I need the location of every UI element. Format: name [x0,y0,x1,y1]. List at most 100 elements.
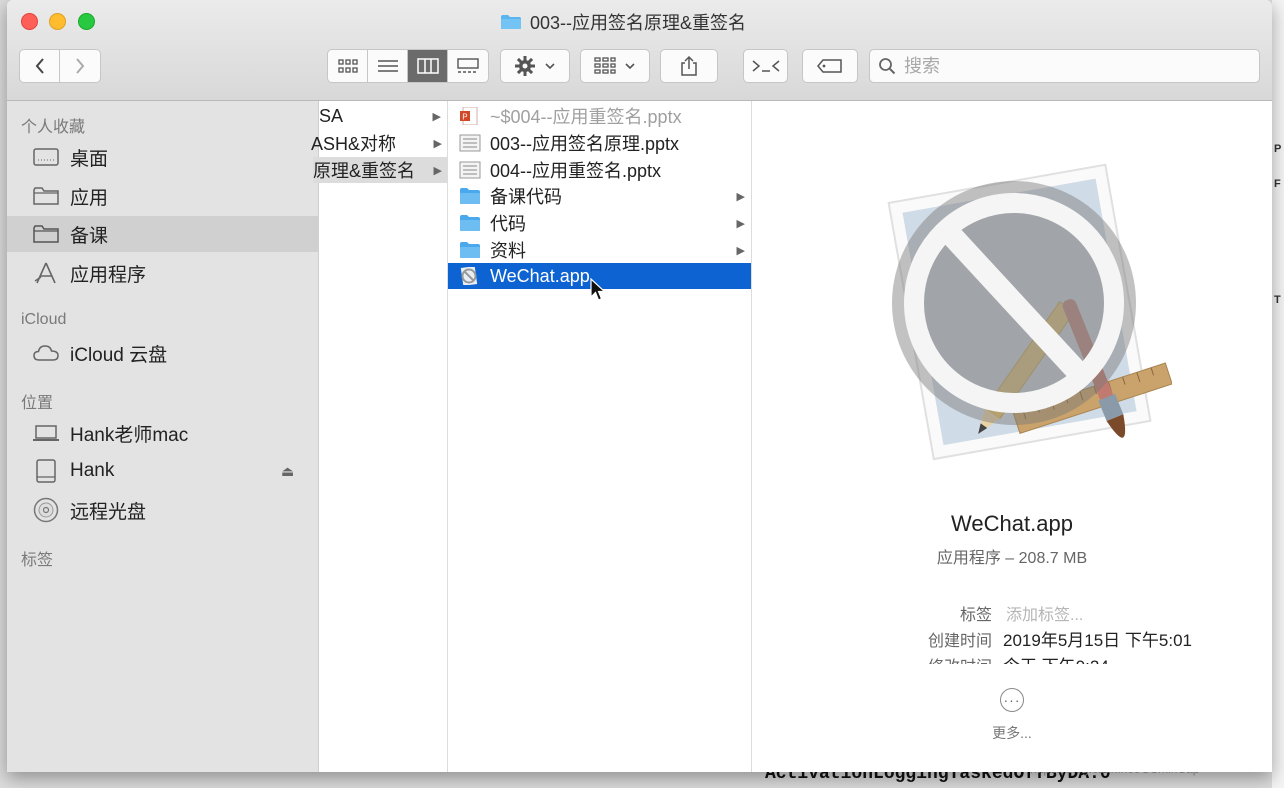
more-button[interactable]: ··· [1000,688,1024,712]
sidebar-item-beike[interactable]: 备课 [7,216,319,252]
sidebar-item-label: 应用 [70,187,109,209]
folder-item-label: 备课代码 [490,187,562,207]
sidebar-item-desktop[interactable]: 桌面 [7,139,319,175]
sidebar-item-remote-disc[interactable]: 远程光盘 [7,492,319,528]
tag-button[interactable] [802,49,858,83]
back-button[interactable] [20,50,60,82]
background-letter: T [1274,294,1281,306]
created-label: 创建时间 [927,633,992,650]
more-label[interactable]: 更多... [972,723,1052,743]
app-prohibited-icon [460,267,478,285]
search-input[interactable] [904,55,1244,77]
modified-row-clipped: 修改时间 今天 下午9:24 [752,649,1272,664]
sidebar-item-label: 备课 [70,225,109,247]
app-item-label: WeChat.app [490,265,590,286]
folder-item[interactable]: 备课代码 ▶ [448,183,751,209]
preview-pane: WeChat.app 应用程序 – 208.7 MB 标签 添加标签... 创建… [752,101,1272,772]
sidebar-item-icloud-drive[interactable]: iCloud 云盘 [7,335,319,371]
sidebar-item-computer[interactable]: Hank老师mac [7,415,319,451]
tag-icon [817,59,842,73]
view-mode-control [327,49,489,83]
laptop-icon [33,422,59,444]
add-tags-field[interactable]: 添加标签... [1006,601,1083,625]
sidebar-item-label: Hank老师mac [70,424,189,446]
eject-icon[interactable]: ⏏ [281,463,294,480]
chevron-down-icon [625,63,635,70]
chevron-down-icon [545,63,555,70]
file-item[interactable]: 003--应用签名原理.pptx [448,130,751,156]
sidebar: 个人收藏 桌面 应用 备课 应用程序 iCloud iCloud 云盘 位置 H… [7,101,319,772]
column-view-button[interactable] [408,50,448,82]
action-menu-button[interactable] [500,49,570,83]
sidebar-section-favorites: 个人收藏 [21,119,86,136]
column-item-selected[interactable]: 原理&重签名 ▶ [313,157,448,183]
sidebar-item-label: iCloud 云盘 [70,344,168,366]
column-view-icon [416,58,439,74]
toolbar: 003--应用签名原理&重签名 [7,0,1272,101]
group-by-button[interactable] [580,49,650,83]
search-icon [879,58,896,75]
sidebar-item-label: 远程光盘 [70,501,147,523]
svg-text:P: P [462,113,467,122]
disclosure-arrow-icon: ▶ [433,164,442,177]
column-item[interactable]: SA ▶ [319,103,447,129]
share-icon [681,55,697,76]
list-view-icon [377,60,398,72]
folder-item[interactable]: 代码 ▶ [448,210,751,236]
finder-window: 003--应用签名原理&重签名 搜索 个人收藏 桌面 应用 备课 应用程序 iC… [7,0,1272,772]
terminal-icon [752,60,779,72]
file-item-label: 004--应用重签名.pptx [490,161,662,181]
folder-item-label: 资料 [490,241,526,261]
mouse-cursor-icon [590,278,606,301]
desktop-icon [33,146,59,168]
modified-label: 修改时间 [892,653,992,664]
column-item-label: 原理&重签名 [313,161,416,181]
gallery-view-button[interactable] [448,50,488,82]
disclosure-arrow-icon: ▶ [432,110,441,123]
optical-disc-icon [33,497,59,523]
column-item[interactable]: ASH&对称 ▶ [311,130,448,156]
folder-item[interactable]: 资料 ▶ [448,237,751,263]
disclosure-arrow-icon: ▶ [736,244,745,257]
file-item-label: ~$004--应用重签名.pptx [490,107,682,127]
list-view-button[interactable] [368,50,408,82]
document-icon [459,161,481,179]
app-prohibited-icon [887,163,1172,461]
forward-button[interactable] [60,50,100,82]
minimize-button[interactable] [49,13,66,30]
sidebar-section-tags: 标签 [21,552,54,569]
cloud-icon [33,342,59,364]
file-item-label: 003--应用签名原理.pptx [490,134,680,154]
nav-buttons [19,49,101,83]
close-button[interactable] [21,13,38,30]
search-field[interactable] [869,49,1260,83]
document-icon [459,134,481,152]
browser-column-contents: P ~$004--应用重签名.pptx 003--应用签名原理.pptx 004… [448,101,752,772]
disclosure-arrow-icon: ▶ [736,217,745,230]
gallery-view-icon [457,58,479,73]
disk-icon [33,459,59,483]
applications-icon [33,262,59,284]
folder-icon [460,215,480,231]
sidebar-item-label: 应用程序 [70,264,147,286]
window-title-text: 003--应用签名原理&重签名 [530,13,747,33]
sidebar-item-applications[interactable]: 应用程序 [7,255,319,291]
file-item[interactable]: P ~$004--应用重签名.pptx [448,103,751,129]
preview-file-kind-size: 应用程序 – 208.7 MB [936,550,1088,567]
created-value: 2019年5月15日 下午5:01 [1003,631,1192,650]
icon-view-icon [337,59,358,73]
file-item[interactable]: 004--应用重签名.pptx [448,157,751,183]
folder-icon [460,242,480,258]
background-window-edge: P F T [1272,0,1284,788]
sidebar-item-apps-folder[interactable]: 应用 [7,178,319,214]
share-button[interactable] [660,49,718,83]
fullscreen-button[interactable] [78,13,95,30]
folder-icon [33,185,59,207]
sidebar-item-hank-disk[interactable]: Hank [7,453,319,489]
open-terminal-button[interactable] [743,49,788,83]
icon-view-button[interactable] [328,50,368,82]
modified-value: 今天 下午9:24 [1003,652,1109,664]
folder-icon [501,15,521,29]
background-letter: P [1274,143,1282,155]
window-title: 003--应用签名原理&重签名 [500,10,746,34]
